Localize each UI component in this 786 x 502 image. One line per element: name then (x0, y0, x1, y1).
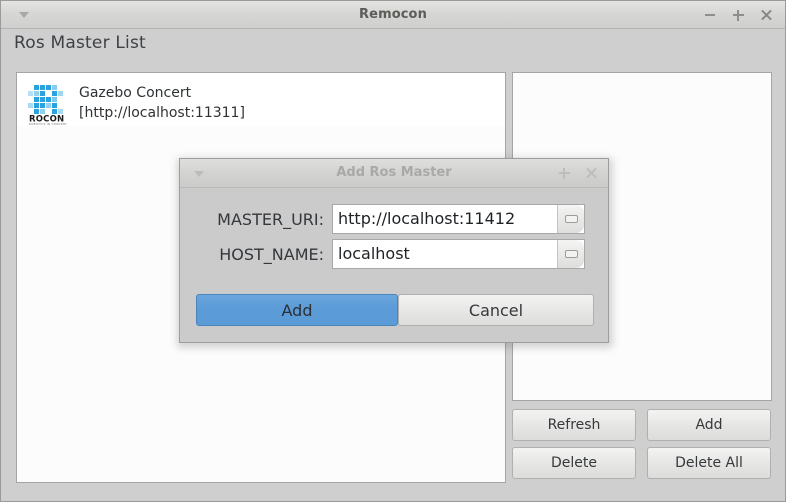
dialog-title: Add Ros Master (180, 159, 608, 187)
clear-field-icon[interactable] (557, 205, 584, 233)
page-title: Ros Master List (14, 33, 146, 53)
master-uri: [http://localhost:11311] (79, 103, 245, 123)
window-title: Remocon (1, 1, 785, 28)
dialog-controls (558, 159, 598, 187)
dialog-titlebar: Add Ros Master (180, 159, 608, 188)
maximize-icon[interactable] (731, 8, 745, 22)
list-item[interactable]: ROCON ROBOTICS IN CONCERT Gazebo Concert… (17, 73, 505, 126)
window-controls (703, 1, 773, 28)
master-uri-input[interactable] (333, 206, 556, 232)
master-uri-row: MASTER_URI: (180, 204, 608, 234)
master-uri-field-wrap[interactable] (332, 204, 585, 234)
close-icon[interactable] (585, 167, 598, 180)
list-item-text: Gazebo Concert [http://localhost:11311] (79, 82, 245, 123)
clear-field-icon[interactable] (557, 240, 584, 268)
refresh-button[interactable]: Refresh (512, 409, 636, 441)
add-ros-master-dialog: Add Ros Master MASTER_URI: HOST_NAME: Ad… (179, 158, 609, 343)
add-button[interactable]: Add (647, 409, 771, 441)
svg-text:ROBOTICS IN CONCERT: ROBOTICS IN CONCERT (29, 122, 67, 126)
master-uri-label: MASTER_URI: (180, 210, 332, 229)
window-titlebar: Remocon (1, 1, 785, 29)
dialog-cancel-button[interactable]: Cancel (398, 294, 594, 326)
maximize-icon[interactable] (558, 167, 571, 180)
minimize-icon[interactable] (703, 8, 717, 22)
rocon-logo-icon: ROCON ROBOTICS IN CONCERT (26, 82, 70, 126)
dialog-add-button[interactable]: Add (196, 294, 398, 326)
master-name: Gazebo Concert (79, 83, 245, 103)
application-window: Remocon Ros Master List (0, 0, 786, 502)
delete-all-button[interactable]: Delete All (647, 447, 771, 479)
host-name-label: HOST_NAME: (180, 245, 332, 264)
host-name-input[interactable] (333, 241, 556, 267)
close-icon[interactable] (759, 8, 773, 22)
host-name-field-wrap[interactable] (332, 239, 585, 269)
delete-button[interactable]: Delete (512, 447, 636, 479)
host-name-row: HOST_NAME: (180, 239, 608, 269)
